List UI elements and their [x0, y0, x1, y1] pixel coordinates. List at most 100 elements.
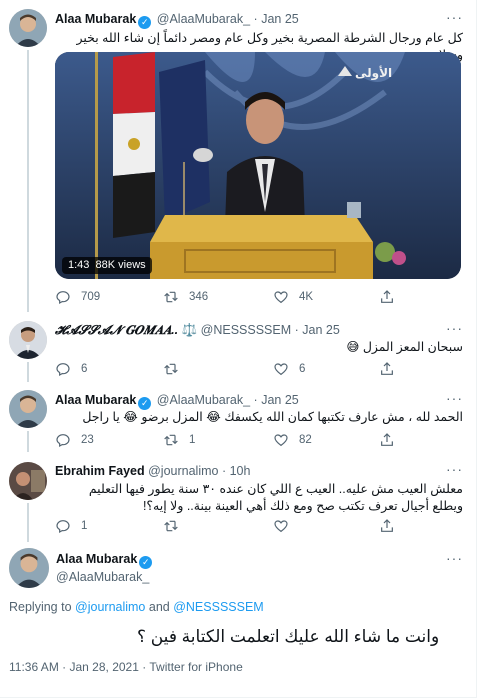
tweet-date[interactable]: Jan 25: [261, 393, 299, 407]
author-block[interactable]: Alaa Mubarak ✓ @AlaaMubarak_: [56, 551, 154, 585]
like-button[interactable]: [273, 517, 299, 535]
replying-prefix: Replying to: [9, 600, 72, 614]
thread-line: [27, 503, 29, 542]
tweet-date[interactable]: 10h: [230, 464, 251, 478]
share-icon: [381, 433, 393, 446]
like-count: 4K: [299, 291, 314, 303]
share-button[interactable]: [379, 431, 405, 449]
separator-dot: ·: [62, 660, 67, 674]
tweet-date[interactable]: Jan 25: [302, 323, 340, 337]
video-thumbnail: [55, 52, 461, 279]
more-options-icon[interactable]: ···: [446, 390, 463, 406]
reply-icon: [56, 363, 70, 377]
more-options-icon[interactable]: ···: [446, 461, 463, 477]
tweet-date[interactable]: Jan 25: [261, 12, 299, 26]
share-button[interactable]: [379, 360, 405, 378]
avatar[interactable]: [9, 9, 47, 47]
tweet-actions: 1: [55, 517, 415, 535]
heart-icon: [274, 363, 288, 376]
more-options-icon[interactable]: ···: [446, 9, 463, 25]
thread-page: Alaa Mubarak ✓ @AlaaMubarak_ · Jan 25 ···…: [0, 0, 477, 698]
avatar[interactable]: [9, 548, 49, 588]
replying-and: and: [148, 600, 170, 614]
reply-count: 1: [81, 520, 88, 532]
retweet-icon: [164, 434, 178, 446]
avatar[interactable]: [9, 390, 47, 428]
thread-line: [27, 362, 29, 382]
mention-journalimo[interactable]: @journalimo: [75, 600, 145, 614]
reply-button[interactable]: 709: [55, 288, 100, 306]
more-options-icon[interactable]: ···: [446, 550, 463, 566]
retweet-count: 1: [189, 434, 196, 446]
retweet-button[interactable]: 346: [163, 288, 208, 306]
handle[interactable]: @NESSSSSEM: [201, 323, 292, 337]
retweet-icon: [164, 291, 178, 303]
tweet-hassan-reply[interactable]: 𝓗𝓐𝓢𝓢𝓐𝓝 𝑮𝑶𝑴𝑨𝑨.. ⚖️ @NESSSSSEM · Jan 25 ··…: [0, 314, 477, 382]
separator-dot: ·: [294, 323, 299, 337]
tweet-header: Alaa Mubarak ✓ @AlaaMubarak_ · Jan 25: [55, 392, 299, 410]
display-name[interactable]: Ebrahim Fayed: [55, 464, 145, 478]
verified-badge-icon: ✓: [139, 556, 153, 569]
tweet-time[interactable]: 11:36 AM: [9, 660, 59, 674]
like-count: 6: [299, 363, 306, 375]
reply-button[interactable]: 6: [55, 360, 87, 378]
retweet-icon: [164, 520, 178, 532]
tweet-header: 𝓗𝓐𝓢𝓢𝓐𝓝 𝑮𝑶𝑴𝑨𝑨.. ⚖️ @NESSSSSEM · Jan 25: [55, 322, 340, 338]
display-name[interactable]: 𝓗𝓐𝓢𝓢𝓐𝓝 𝑮𝑶𝑴𝑨𝑨..: [55, 323, 178, 337]
share-button[interactable]: [379, 288, 405, 306]
tweet-text: سبحان المعز المزل 😅: [346, 340, 463, 354]
retweet-button[interactable]: 1: [163, 431, 195, 449]
share-icon: [381, 290, 393, 303]
like-button[interactable]: 6: [273, 360, 305, 378]
video-player[interactable]: الأولى 1:43 88K views: [55, 52, 461, 279]
like-button[interactable]: 82: [273, 431, 312, 449]
replying-to: Replying to @journalimo and @NESSSSSEM: [9, 600, 264, 614]
tweet-header: Ebrahim Fayed @journalimo · 10h: [55, 463, 250, 479]
video-views: 88K views: [95, 259, 146, 271]
separator-dot: ·: [253, 12, 258, 26]
handle[interactable]: @journalimo: [148, 464, 218, 478]
tweet-alaa-video[interactable]: Alaa Mubarak ✓ @AlaaMubarak_ · Jan 25 ···…: [0, 0, 477, 314]
tweet-meta: 11:36 AM · Jan 28, 2021 · Twitter for iP…: [9, 660, 243, 674]
reply-count: 6: [81, 363, 88, 375]
mention-nesssssem[interactable]: @NESSSSSEM: [173, 600, 264, 614]
reply-count: 23: [81, 434, 94, 446]
thread-line: [27, 431, 29, 452]
reply-icon: [56, 520, 70, 534]
tweet-actions: 6 6: [55, 360, 415, 378]
retweet-button[interactable]: [163, 360, 189, 378]
reply-button[interactable]: 23: [55, 431, 94, 449]
tweet-source[interactable]: Twitter for iPhone: [149, 660, 242, 674]
avatar[interactable]: [9, 321, 47, 359]
handle[interactable]: @AlaaMubarak_: [157, 12, 250, 26]
share-button[interactable]: [379, 517, 405, 535]
handle[interactable]: @AlaaMubarak_: [56, 569, 154, 585]
tweet-full-date[interactable]: Jan 28, 2021: [70, 660, 139, 674]
heart-icon: [274, 434, 288, 447]
reply-button[interactable]: 1: [55, 517, 87, 535]
tweet-text: وانت ما شاء الله عليك اتعلمت الكتابة فين…: [137, 627, 440, 646]
focused-tweet: Alaa Mubarak ✓ @AlaaMubarak_ ··· Replying…: [0, 542, 477, 698]
like-count: 82: [299, 434, 312, 446]
display-name[interactable]: Alaa Mubarak: [56, 552, 137, 566]
reply-icon: [56, 291, 70, 305]
tweet-text: الحمد لله ، مش عارف تكتبها كمان الله يكس…: [82, 410, 463, 424]
heart-icon: [274, 520, 288, 533]
share-icon: [381, 362, 393, 375]
tweet-header: Alaa Mubarak ✓ @AlaaMubarak_ · Jan 25: [55, 11, 299, 29]
tweet-alaa-reply[interactable]: Alaa Mubarak ✓ @AlaaMubarak_ · Jan 25 ···…: [0, 382, 477, 452]
channel-logo: الأولى: [355, 66, 393, 80]
separator-dot: ·: [221, 464, 227, 478]
video-time-badge: 1:43 88K views: [62, 257, 152, 274]
reply-count: 709: [81, 291, 101, 303]
thread-line: [27, 50, 29, 312]
tweet-ebrahim-reply[interactable]: Ebrahim Fayed @journalimo · 10h ··· معلش…: [0, 452, 477, 542]
video-duration: 1:43: [68, 259, 90, 271]
display-name[interactable]: Alaa Mubarak: [55, 12, 136, 26]
like-button[interactable]: 4K: [273, 288, 313, 306]
more-options-icon[interactable]: ···: [446, 320, 463, 336]
retweet-button[interactable]: [163, 517, 189, 535]
avatar[interactable]: [9, 462, 47, 500]
display-name[interactable]: Alaa Mubarak: [55, 393, 136, 407]
handle[interactable]: @AlaaMubarak_: [157, 393, 250, 407]
